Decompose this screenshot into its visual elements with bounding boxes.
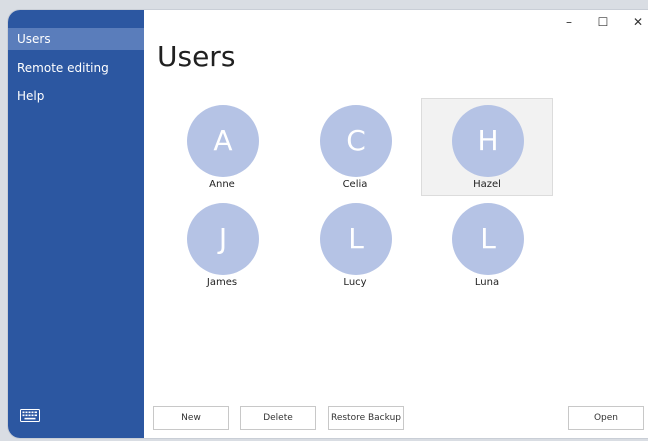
user-tile-lucy[interactable]: L Lucy: [289, 196, 421, 294]
avatar: H: [452, 105, 524, 177]
user-tile-celia[interactable]: C Celia: [289, 98, 421, 196]
open-button[interactable]: Open: [568, 406, 644, 430]
user-name: Luna: [474, 277, 500, 288]
app-window: Users Remote editing Help – ☐ ✕ Users A …: [8, 10, 648, 438]
user-name: Hazel: [473, 179, 501, 190]
avatar: J: [187, 203, 259, 275]
user-name: Anne: [209, 179, 235, 190]
delete-button[interactable]: Delete: [240, 406, 316, 430]
minimize-button[interactable]: –: [559, 12, 579, 32]
sidebar-item-remote-editing[interactable]: Remote editing: [8, 57, 144, 79]
page-title: Users: [157, 40, 236, 73]
avatar: A: [187, 105, 259, 177]
close-button[interactable]: ✕: [628, 12, 648, 32]
avatar: L: [320, 203, 392, 275]
user-tile-hazel[interactable]: H Hazel: [421, 98, 553, 196]
user-tile-anne[interactable]: A Anne: [156, 98, 288, 196]
avatar: C: [320, 105, 392, 177]
sidebar-item-help[interactable]: Help: [8, 85, 144, 107]
user-tile-luna[interactable]: L Luna: [421, 196, 553, 294]
new-button[interactable]: New: [153, 406, 229, 430]
avatar: L: [452, 203, 524, 275]
keyboard-icon[interactable]: [20, 409, 40, 422]
user-name: Celia: [342, 179, 368, 190]
sidebar: Users Remote editing Help: [8, 10, 144, 438]
user-tile-james[interactable]: J James: [156, 196, 288, 294]
maximize-button[interactable]: ☐: [593, 12, 613, 32]
user-name: James: [206, 277, 238, 288]
restore-backup-button[interactable]: Restore Backup: [328, 406, 404, 430]
sidebar-item-users[interactable]: Users: [8, 28, 144, 50]
user-name: Lucy: [343, 277, 367, 288]
